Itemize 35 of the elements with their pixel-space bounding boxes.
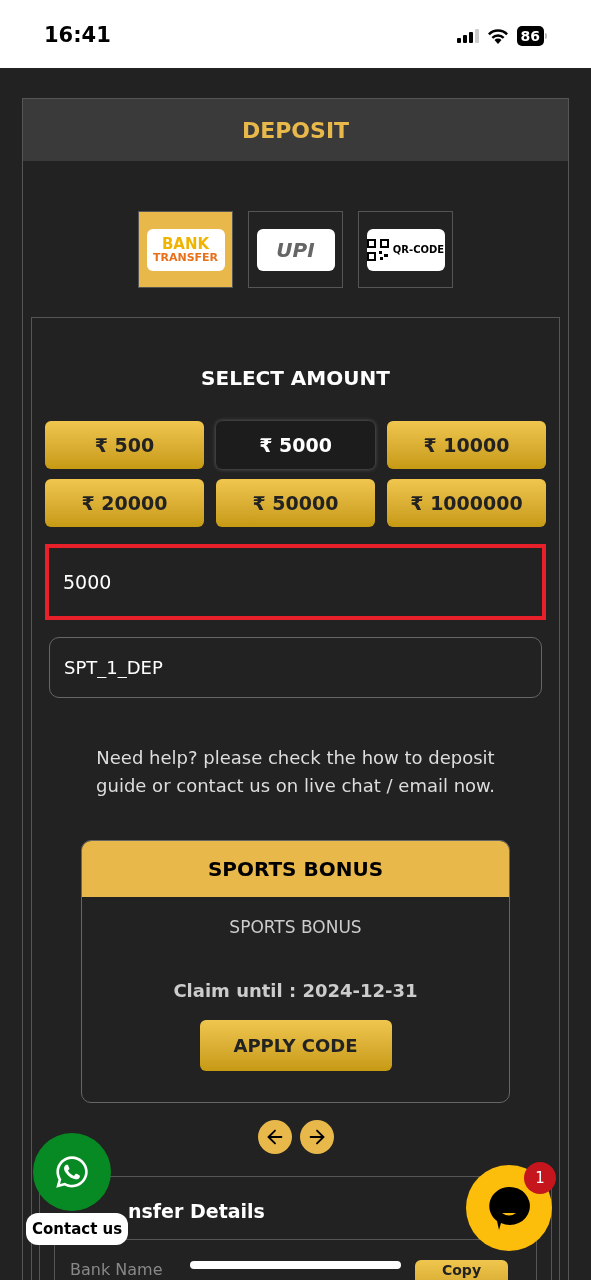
status-time: 16:41	[44, 22, 111, 50]
logo-text: TRANSFER	[152, 251, 219, 263]
notification-badge: 1	[524, 1162, 556, 1194]
logo-text: BANK	[161, 236, 210, 252]
wifi-icon	[486, 28, 509, 44]
amount-button[interactable]: ₹ 5000	[216, 421, 375, 469]
signal-icon	[456, 29, 479, 43]
contact-label: Contact us	[26, 1213, 129, 1245]
payment-method-tab[interactable]: QR-CODE	[358, 211, 453, 288]
section-heading: SELECT AMOUNT	[201, 366, 390, 390]
previous-button[interactable]	[257, 1120, 292, 1154]
amount-button[interactable]: ₹ 50000	[216, 479, 375, 527]
qr-code-icon	[366, 238, 389, 261]
help-text: Need help? please check the how to deposit guide or contact us on live chat / email now.	[95, 746, 496, 798]
payment-method-tab[interactable]: UPI	[248, 211, 343, 288]
section-heading: nsfer Details	[128, 1200, 265, 1222]
amount-field[interactable]: 5000	[45, 544, 546, 620]
copy-button[interactable]: Copy	[415, 1260, 508, 1280]
amount-button[interactable]: ₹ 1000000	[387, 479, 546, 527]
apply-code-button[interactable]: APPLY CODE	[199, 1019, 392, 1071]
bonus-header: SPORTS BONUS	[207, 856, 384, 883]
logo-text: QR-CODE	[392, 243, 445, 257]
next-button[interactable]	[299, 1120, 334, 1154]
chat-bubble-icon	[487, 1185, 531, 1231]
bonus-name: SPORTS BONUS	[229, 916, 362, 939]
battery-level: 86	[516, 26, 544, 46]
amount-button[interactable]: ₹ 10000	[387, 421, 546, 469]
amount-button[interactable]: ₹ 500	[45, 421, 204, 469]
whatsapp-icon	[54, 1154, 90, 1190]
code-field[interactable]: SPT_1_DEP	[49, 637, 542, 698]
claim-date: Claim until : 2024-12-31	[173, 978, 418, 1003]
logo-text: UPI	[276, 239, 315, 260]
field-label: Bank Name	[70, 1259, 163, 1280]
page-title: DEPOSIT	[241, 116, 350, 145]
amount-button[interactable]: ₹ 20000	[45, 479, 204, 527]
